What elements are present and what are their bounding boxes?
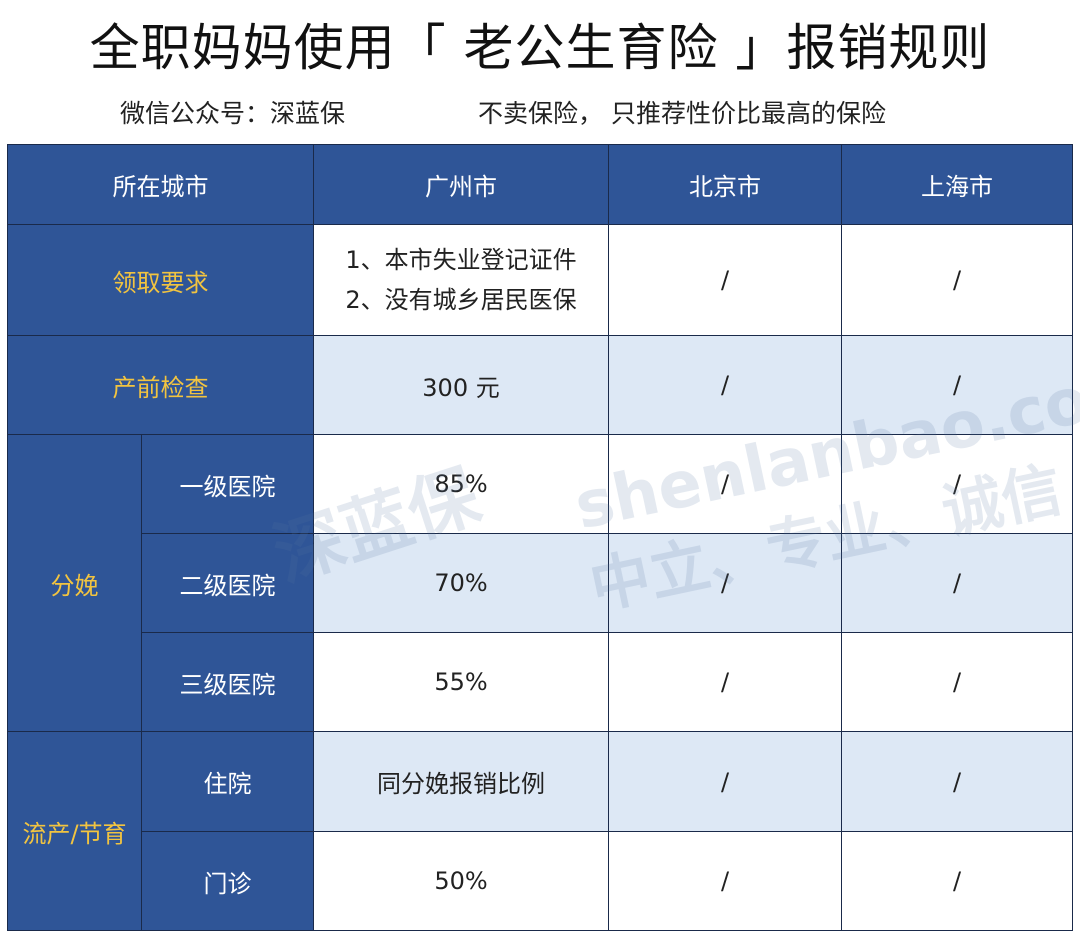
cell-shanghai: /: [841, 731, 1073, 832]
cell-guangzhou: 55%: [313, 632, 609, 732]
cell-guangzhou: 300 元: [313, 335, 609, 435]
row-label: 领取要求: [7, 224, 314, 336]
cell-guangzhou: 85%: [313, 434, 609, 534]
row-label: 分娩: [7, 434, 142, 732]
sub-label: 住院: [141, 731, 314, 832]
header-city: 所在城市: [7, 144, 314, 225]
reimbursement-table: 所在城市 广州市 北京市 上海市 领取要求 1、本市失业登记证件 2、没有城乡居…: [7, 144, 1073, 931]
cell-shanghai: /: [841, 632, 1073, 732]
table-row: 产前检查 300 元 / /: [7, 335, 1073, 435]
cell-beijing: /: [608, 434, 842, 534]
cell-beijing: /: [608, 731, 842, 832]
subtitle-account: 微信公众号：深蓝保: [120, 99, 346, 128]
table-row: 三级医院 55% / /: [8, 632, 1073, 732]
cell-beijing: /: [608, 831, 842, 931]
cell-beijing: /: [608, 335, 842, 435]
sub-label: 三级医院: [141, 632, 314, 732]
subtitle-slogan: 不卖保险， 只推荐性价比最高的保险: [478, 99, 886, 128]
table-row: 分娩 一级医院 85% / /: [7, 434, 1073, 732]
sub-label: 门诊: [141, 831, 314, 931]
cell-shanghai: /: [841, 533, 1073, 633]
cell-shanghai: /: [841, 335, 1073, 435]
cell-shanghai: /: [841, 224, 1073, 336]
row-label: 产前检查: [7, 335, 314, 435]
sub-label: 二级医院: [141, 533, 314, 633]
table-row: 流产/节育 住院 同分娩报销比例 / /: [7, 731, 1073, 931]
cell-shanghai: /: [841, 831, 1073, 931]
page-title: 全职妈妈使用「 老公生育险 」报销规则: [89, 19, 991, 77]
cell-guangzhou: 1、本市失业登记证件 2、没有城乡居民医保: [313, 224, 609, 336]
table-row: 二级医院 70% / /: [8, 533, 1073, 633]
requirement-line: 2、没有城乡居民医保: [345, 286, 577, 314]
requirement-line: 1、本市失业登记证件: [345, 246, 577, 274]
sub-label: 一级医院: [141, 434, 314, 534]
cell-guangzhou: 50%: [313, 831, 609, 931]
row-label: 流产/节育: [7, 731, 142, 931]
table-row: 门诊 50% / /: [8, 831, 1073, 931]
cell-guangzhou: 70%: [313, 533, 609, 633]
cell-beijing: /: [608, 533, 842, 633]
header-beijing: 北京市: [608, 144, 842, 225]
header-guangzhou: 广州市: [313, 144, 609, 225]
cell-beijing: /: [608, 632, 842, 732]
cell-shanghai: /: [841, 434, 1073, 534]
table-header-row: 所在城市 广州市 北京市 上海市: [7, 144, 1073, 225]
cell-guangzhou: 同分娩报销比例: [313, 731, 609, 832]
header-shanghai: 上海市: [841, 144, 1073, 225]
cell-beijing: /: [608, 224, 842, 336]
table-row: 领取要求 1、本市失业登记证件 2、没有城乡居民医保 / /: [7, 224, 1073, 336]
